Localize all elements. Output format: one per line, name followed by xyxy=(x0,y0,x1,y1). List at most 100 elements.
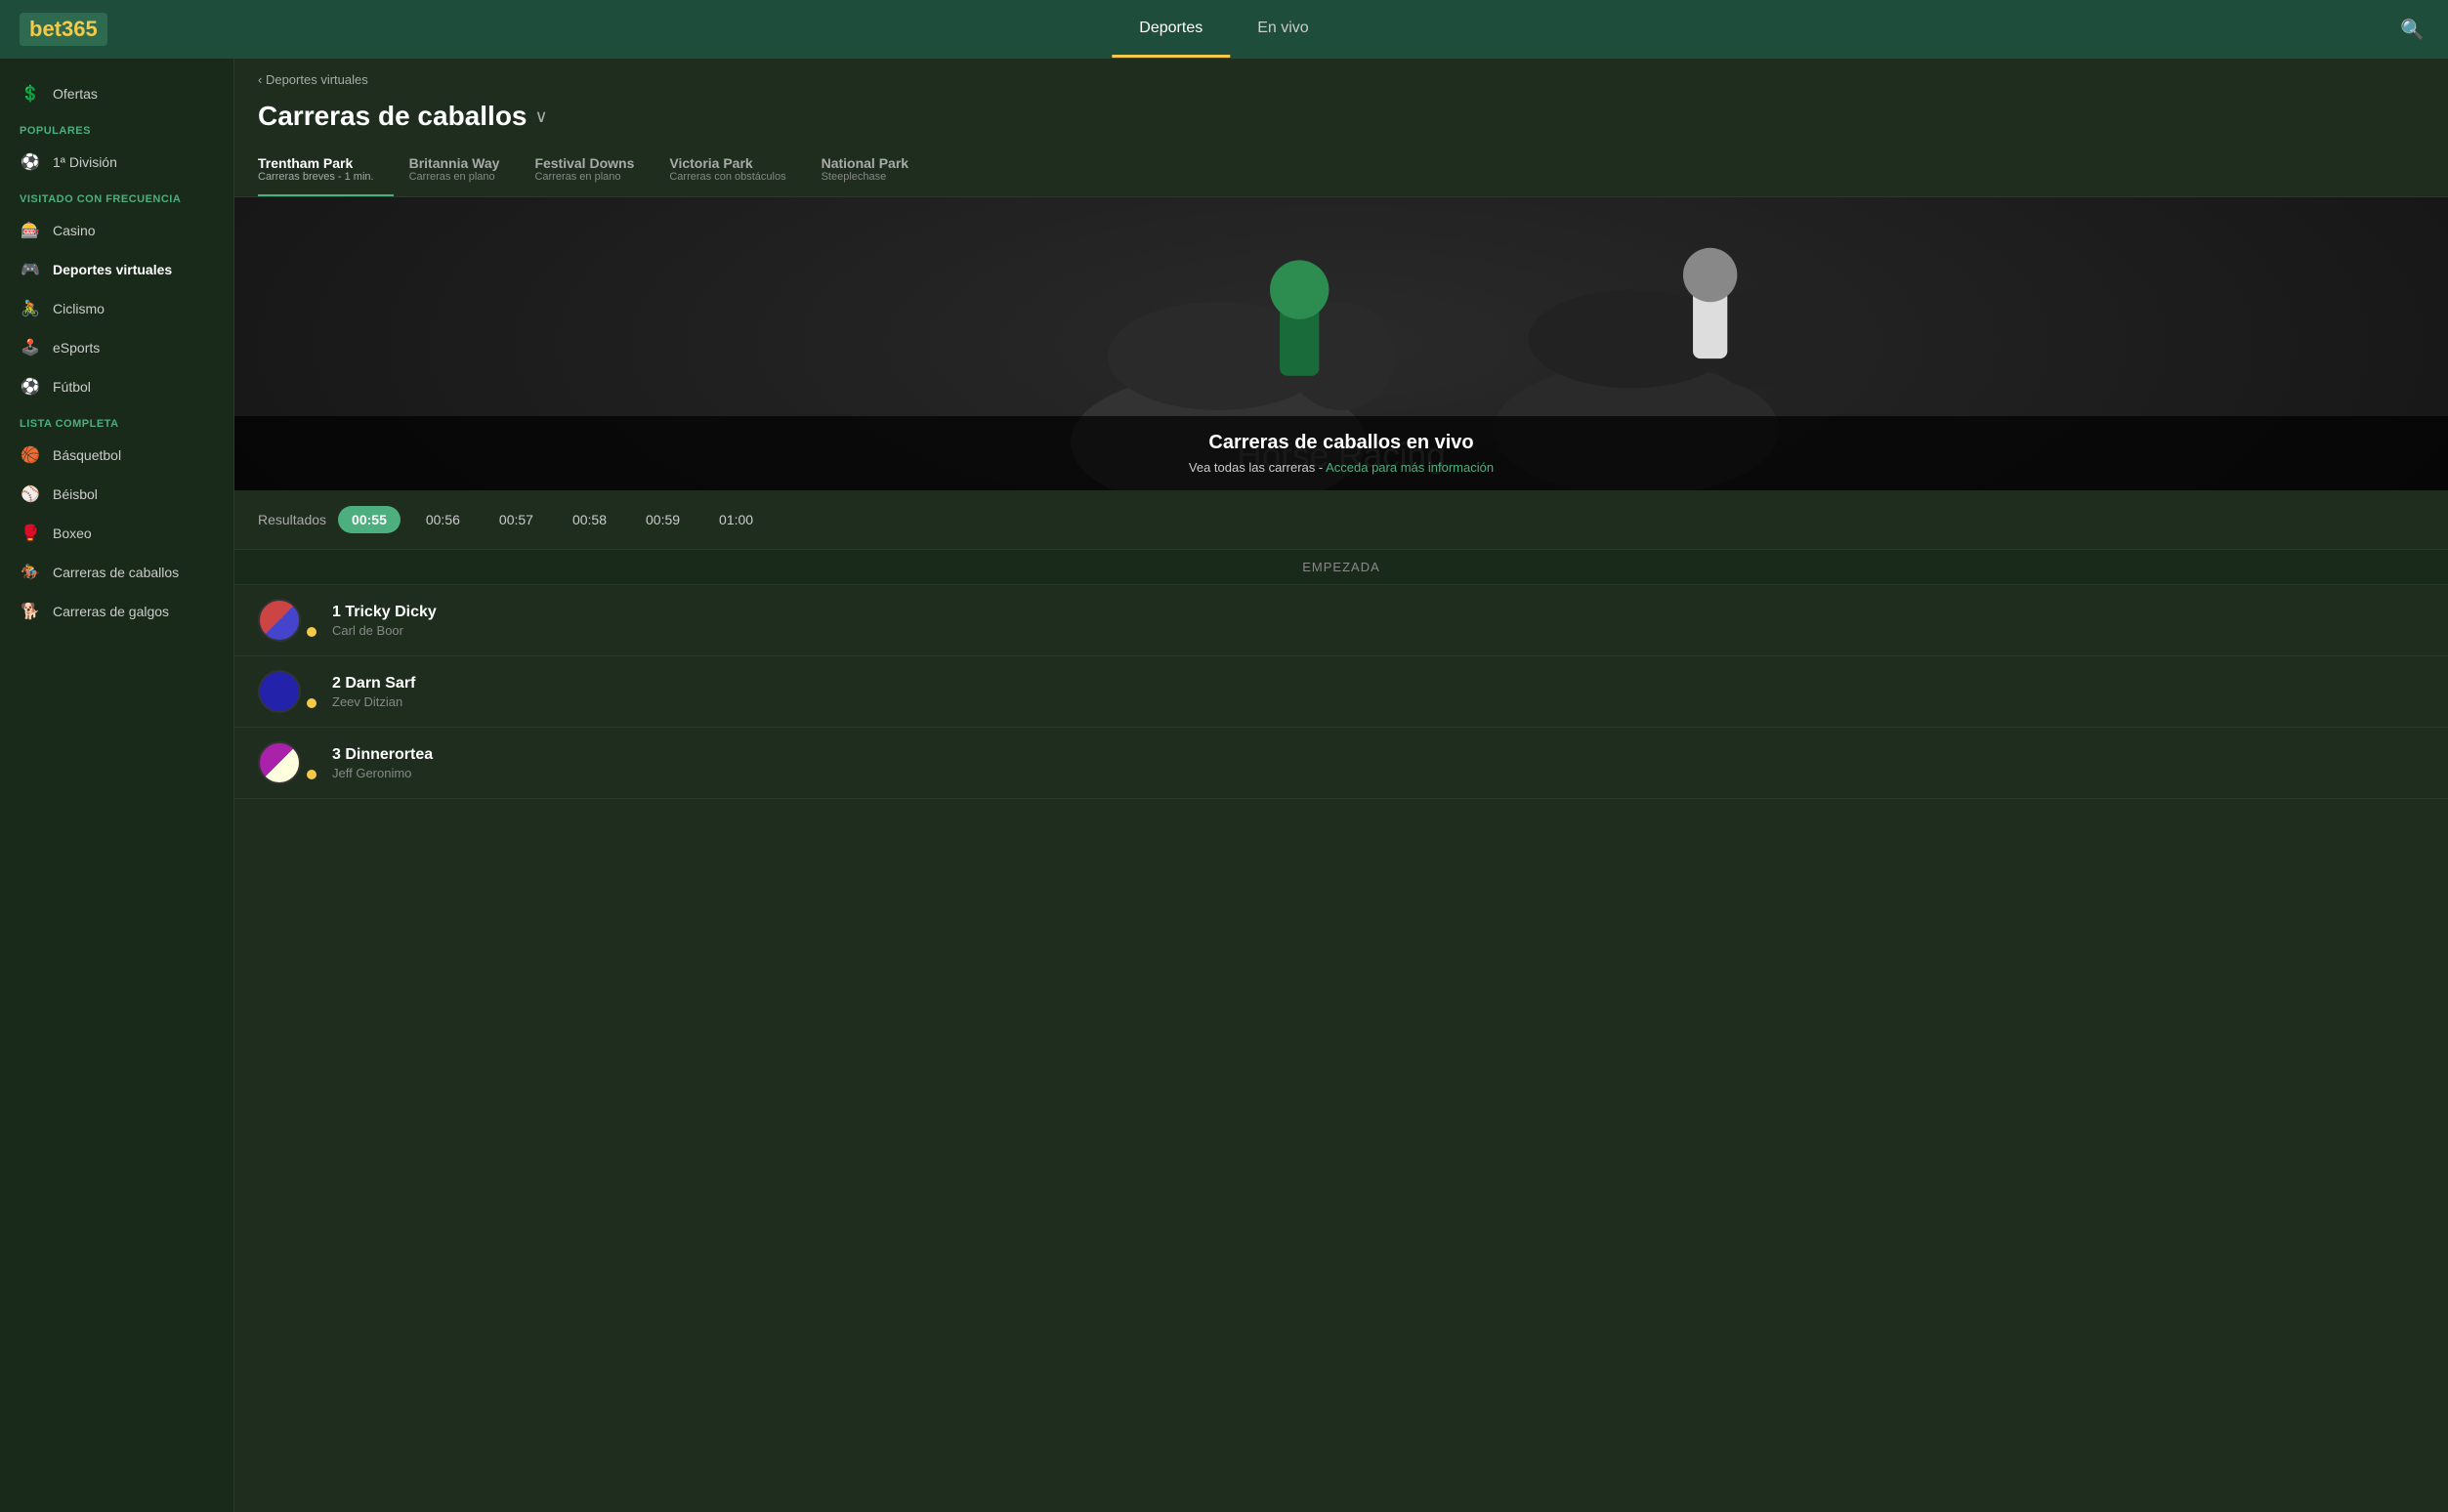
horse-dot-2 xyxy=(307,698,317,708)
horse-jockey-2: Zeev Ditzian xyxy=(332,694,2425,709)
horse-racing-icon: 🏇 xyxy=(20,563,41,582)
section-frecuencia: VISITADO CON FRECUENCIA xyxy=(0,182,233,211)
track-sub-victoria: Carreras con obstáculos xyxy=(669,171,785,183)
sidebar-item-esports[interactable]: 🕹️ eSports xyxy=(0,328,233,367)
sidebar-label-galgos: Carreras de galgos xyxy=(53,604,169,619)
horse-info-2: 2 Darn Sarf Zeev Ditzian xyxy=(332,675,2425,709)
sidebar-item-basquetbol[interactable]: 🏀 Básquetbol xyxy=(0,436,233,475)
results-label: Resultados xyxy=(258,512,326,527)
sidebar-item-casino[interactable]: 🎰 Casino xyxy=(0,211,233,250)
horse-entry-1[interactable]: 1 Tricky Dicky Carl de Boor xyxy=(234,585,2448,656)
sidebar-item-beisbol[interactable]: ⚾ Béisbol xyxy=(0,475,233,514)
sidebar-label-carreras: Carreras de caballos xyxy=(53,565,179,580)
logo-text: bet xyxy=(29,17,62,41)
casino-icon: 🎰 xyxy=(20,221,41,240)
boxing-icon: 🥊 xyxy=(20,524,41,543)
hero-sub-text: Vea todas las carreras - xyxy=(1189,460,1326,475)
sidebar-item-deportes-virtuales[interactable]: 🎮 Deportes virtuales xyxy=(0,250,233,289)
jockey-silks-3 xyxy=(258,741,301,784)
track-name-trentham: Trentham Park xyxy=(258,155,374,171)
breadcrumb[interactable]: Deportes virtuales xyxy=(234,59,2448,101)
time-chip-5[interactable]: 01:00 xyxy=(705,506,767,533)
horse-info-3: 3 Dinnerortea Jeff Geronimo xyxy=(332,746,2425,780)
track-name-victoria: Victoria Park xyxy=(669,155,785,171)
jockey-silks-1 xyxy=(258,599,301,642)
section-populares: POPULARES xyxy=(0,113,233,143)
tab-deportes[interactable]: Deportes xyxy=(1112,2,1230,58)
horse-name-3: 3 Dinnerortea xyxy=(332,746,2425,764)
track-sub-trentham: Carreras breves - 1 min. xyxy=(258,171,374,183)
main-layout: 💲 Ofertas POPULARES ⚽ 1ª División VISITA… xyxy=(0,59,2448,1512)
tab-en-vivo[interactable]: En vivo xyxy=(1230,2,1335,58)
time-row: Resultados 00:55 00:56 00:57 00:58 00:59… xyxy=(234,490,2448,549)
virtual-sports-icon: 🎮 xyxy=(20,260,41,279)
tab-britannia[interactable]: Britannia Way Carreras en plano xyxy=(409,147,520,196)
race-status: EMPEZADA xyxy=(234,549,2448,585)
tab-victoria[interactable]: Victoria Park Carreras con obstáculos xyxy=(669,147,805,196)
track-name-festival: Festival Downs xyxy=(534,155,634,171)
cycling-icon: 🚴 xyxy=(20,299,41,318)
sidebar-item-boxeo[interactable]: 🥊 Boxeo xyxy=(0,514,233,553)
greyhound-icon: 🐕 xyxy=(20,602,41,621)
top-nav: bet365 Deportes En vivo 🔍 xyxy=(0,0,2448,59)
sidebar-label-deportes-virtuales: Deportes virtuales xyxy=(53,262,172,277)
sidebar-label-esports: eSports xyxy=(53,340,100,356)
track-sub-national: Steeplechase xyxy=(822,171,908,183)
sidebar-item-primera-division[interactable]: ⚽ 1ª División xyxy=(0,143,233,182)
sidebar-label-ciclismo: Ciclismo xyxy=(53,301,105,316)
sidebar-label-boxeo: Boxeo xyxy=(53,525,92,541)
track-sub-festival: Carreras en plano xyxy=(534,171,634,183)
track-tabs: Trentham Park Carreras breves - 1 min. B… xyxy=(234,147,2448,197)
page-title-row: Carreras de caballos ∨ xyxy=(234,101,2448,147)
track-name-national: National Park xyxy=(822,155,908,171)
nav-tabs: Deportes En vivo xyxy=(1112,2,1335,58)
section-lista-completa: LISTA COMPLETA xyxy=(0,406,233,436)
tab-national[interactable]: National Park Steeplechase xyxy=(822,147,928,196)
sidebar: 💲 Ofertas POPULARES ⚽ 1ª División VISITA… xyxy=(0,59,234,1512)
horse-name-1: 1 Tricky Dicky xyxy=(332,604,2425,621)
horse-info-1: 1 Tricky Dicky Carl de Boor xyxy=(332,604,2425,638)
hero-image: Horse Racing Carreras de caballos en viv… xyxy=(234,197,2448,490)
horse-entry-3[interactable]: 3 Dinnerortea Jeff Geronimo xyxy=(234,728,2448,799)
horse-dot-3 xyxy=(307,770,317,779)
time-chip-0[interactable]: 00:55 xyxy=(338,506,401,533)
time-chip-3[interactable]: 00:58 xyxy=(559,506,620,533)
track-sub-britannia: Carreras en plano xyxy=(409,171,500,183)
time-chip-2[interactable]: 00:57 xyxy=(485,506,547,533)
horse-entry-2[interactable]: 2 Darn Sarf Zeev Ditzian xyxy=(234,656,2448,728)
sidebar-item-futbol[interactable]: ⚽ Fútbol xyxy=(0,367,233,406)
hero-link[interactable]: Acceda para más información xyxy=(1326,460,1494,475)
sidebar-item-ofertas[interactable]: 💲 Ofertas xyxy=(0,74,233,113)
esports-icon: 🕹️ xyxy=(20,338,41,357)
main-content: Deportes virtuales Carreras de caballos … xyxy=(234,59,2448,1512)
sidebar-label-ofertas: Ofertas xyxy=(53,86,98,102)
track-name-britannia: Britannia Way xyxy=(409,155,500,171)
baseball-icon: ⚾ xyxy=(20,484,41,504)
offers-icon: 💲 xyxy=(20,84,41,104)
sidebar-item-carreras-caballos[interactable]: 🏇 Carreras de caballos xyxy=(0,553,233,592)
logo[interactable]: bet365 xyxy=(20,13,107,46)
time-chip-1[interactable]: 00:56 xyxy=(412,506,474,533)
basketball-icon: 🏀 xyxy=(20,445,41,465)
sidebar-label-beisbol: Béisbol xyxy=(53,486,98,502)
sidebar-item-ciclismo[interactable]: 🚴 Ciclismo xyxy=(0,289,233,328)
sidebar-label-basquetbol: Básquetbol xyxy=(53,447,121,463)
futbol-icon: ⚽ xyxy=(20,377,41,397)
soccer-icon: ⚽ xyxy=(20,152,41,172)
time-chip-4[interactable]: 00:59 xyxy=(632,506,694,533)
horse-dot-1 xyxy=(307,627,317,637)
page-title: Carreras de caballos xyxy=(258,101,528,132)
sidebar-item-carreras-galgos[interactable]: 🐕 Carreras de galgos xyxy=(0,592,233,631)
tab-trentham[interactable]: Trentham Park Carreras breves - 1 min. xyxy=(258,147,394,196)
sidebar-label-futbol: Fútbol xyxy=(53,379,91,395)
sidebar-label-casino: Casino xyxy=(53,223,96,238)
hero-overlay: Carreras de caballos en vivo Vea todas l… xyxy=(234,416,2448,490)
logo-highlight: 365 xyxy=(62,17,98,41)
jockey-silks-2 xyxy=(258,670,301,713)
sidebar-label-primera: 1ª División xyxy=(53,154,117,170)
search-icon[interactable]: 🔍 xyxy=(2400,18,2425,42)
tab-festival[interactable]: Festival Downs Carreras en plano xyxy=(534,147,654,196)
horse-jockey-3: Jeff Geronimo xyxy=(332,766,2425,780)
dropdown-arrow-icon[interactable]: ∨ xyxy=(535,106,548,127)
hero-subtitle: Vea todas las carreras - Acceda para más… xyxy=(258,460,2425,475)
